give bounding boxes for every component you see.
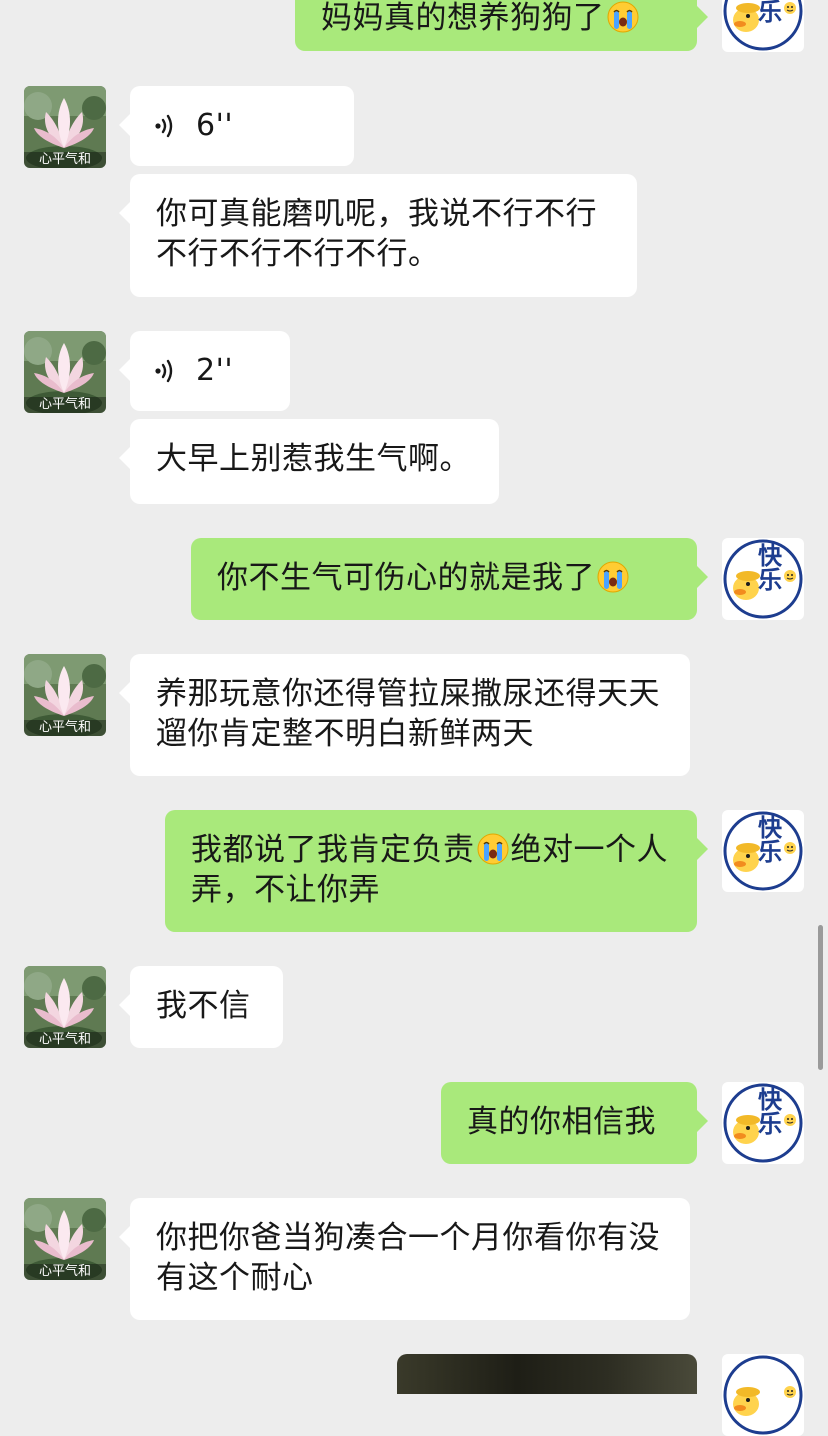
lotus-avatar[interactable]: 心平气和: [24, 331, 106, 413]
voice-duration: 2'': [196, 353, 234, 388]
lotus-avatar[interactable]: 心平气和: [24, 654, 106, 736]
message-text: 我都说了我肯定负责: [191, 832, 475, 868]
lotus-avatar[interactable]: 心平气和: [24, 86, 106, 168]
voice-wave-icon: [152, 356, 182, 386]
message-bubble-incoming[interactable]: 你把你爸当狗凑合一个月你看你有没有这个耐心: [119, 1198, 690, 1320]
duck-avatar[interactable]: 快乐: [722, 810, 804, 892]
message-bubble-incoming[interactable]: 大早上别惹我生气啊。: [119, 419, 499, 504]
message-bubble-outgoing[interactable]: 真的你相信我: [441, 1082, 708, 1164]
message-bubble-incoming[interactable]: 你可真能磨叽呢，我说不行不行不行不行不行不行。: [119, 174, 637, 297]
avatar-label: 心平气和: [38, 1032, 91, 1047]
message-text: 真的你相信我: [467, 1104, 656, 1140]
message-text: 养那玩意你还得管拉屎撒尿还得天天遛你肯定整不明白新鲜两天: [156, 676, 660, 752]
loudly-crying-emoji-icon: [476, 832, 510, 866]
message-bubble-outgoing[interactable]: 我都说了我肯定负责 绝对一个人弄，不让你弄: [165, 810, 708, 932]
lotus-avatar[interactable]: 心平气和: [24, 1198, 106, 1280]
lotus-avatar[interactable]: 心平气和: [24, 966, 106, 1048]
message-bubble-outgoing[interactable]: 妈妈真的想养狗狗了: [295, 0, 708, 51]
message-text: 大早上别惹我生气啊。: [156, 441, 471, 477]
message-text: 妈妈真的想养狗狗了: [321, 0, 605, 36]
avatar-label: 心平气和: [38, 152, 91, 167]
loudly-crying-emoji-icon: [606, 0, 640, 34]
voice-message-bubble[interactable]: 6'': [119, 86, 354, 166]
avatar-text: 快乐: [758, 0, 782, 26]
avatar-label: 心平气和: [38, 397, 91, 412]
duck-avatar[interactable]: [722, 1354, 804, 1436]
message-text: 你可真能磨叽呢，我说不行不行不行不行不行不行。: [156, 196, 597, 272]
image-message[interactable]: [397, 1354, 697, 1394]
avatar-text: 快乐: [758, 814, 782, 866]
voice-wave-icon: [152, 111, 182, 141]
message-text: 我不信: [156, 988, 251, 1024]
voice-message-bubble[interactable]: 2'': [119, 331, 290, 411]
loudly-crying-emoji-icon: [596, 560, 630, 594]
scrollbar[interactable]: [818, 925, 823, 1070]
avatar-label: 心平气和: [38, 720, 91, 735]
duck-avatar[interactable]: 快乐: [722, 0, 804, 52]
duck-avatar[interactable]: 快乐: [722, 1082, 804, 1164]
message-bubble-outgoing[interactable]: 你不生气可伤心的就是我了: [191, 538, 708, 620]
message-bubble-incoming[interactable]: 我不信: [119, 966, 283, 1048]
message-bubble-incoming[interactable]: 养那玩意你还得管拉屎撒尿还得天天遛你肯定整不明白新鲜两天: [119, 654, 690, 776]
message-text: 你不生气可伤心的就是我了: [217, 560, 595, 596]
duck-avatar[interactable]: 快乐: [722, 538, 804, 620]
avatar-text: 快乐: [758, 542, 782, 594]
message-text: 你把你爸当狗凑合一个月你看你有没有这个耐心: [156, 1220, 660, 1296]
avatar-label: 心平气和: [38, 1264, 91, 1279]
avatar-text: 快乐: [758, 1086, 782, 1138]
voice-duration: 6'': [196, 108, 234, 143]
